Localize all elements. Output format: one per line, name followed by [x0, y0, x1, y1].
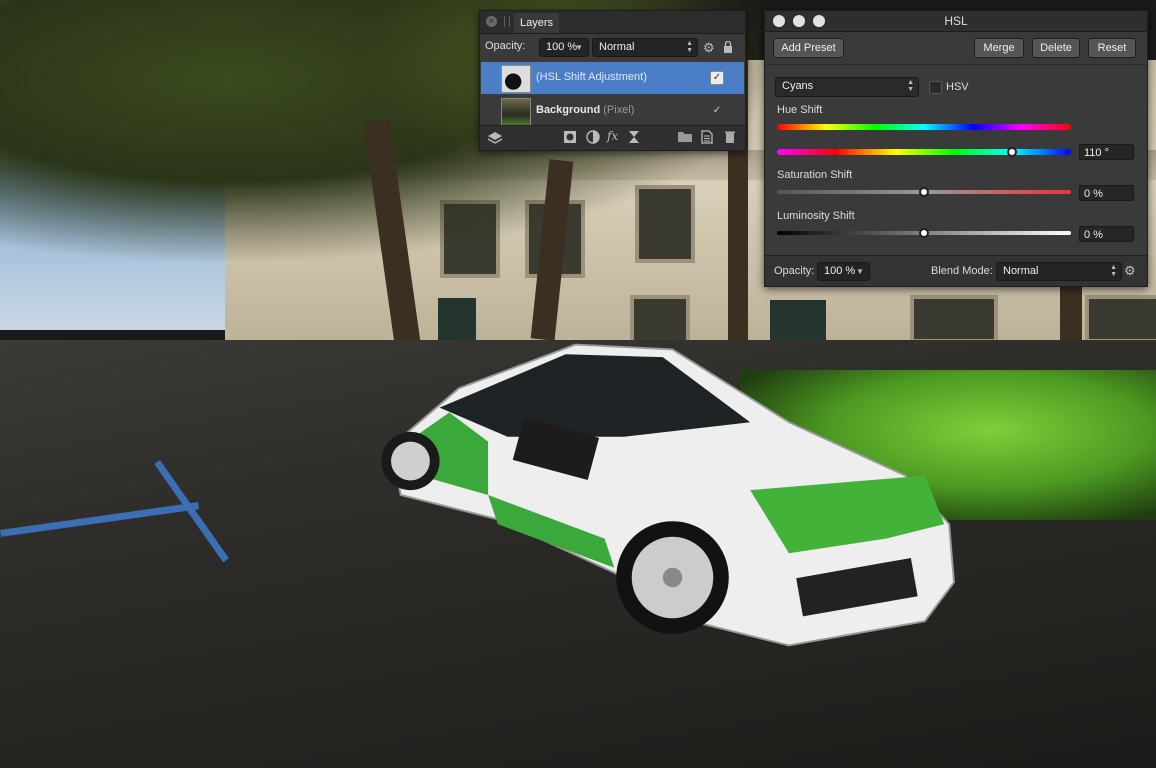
hsv-label: HSV	[946, 81, 969, 93]
luminosity-shift-value-field[interactable]: 0 %	[1079, 226, 1134, 242]
layer-visibility-checkbox[interactable]: ✓	[710, 71, 724, 85]
opacity-dropdown[interactable]: 100 % ▼	[817, 262, 870, 281]
stepper-icon: ▲ ▼	[907, 79, 914, 93]
tab-layers[interactable]: Layers	[514, 13, 560, 33]
trash-icon[interactable]	[724, 130, 736, 147]
luminosity-shift-slider-knob[interactable]	[919, 228, 929, 238]
hsl-title-bar[interactable]: HSL	[765, 11, 1147, 32]
layer-name: (HSL Shift Adjustment)	[536, 71, 647, 83]
layer-row-background[interactable]: Background (Pixel) ✓	[481, 95, 744, 127]
chevron-down-icon: ▼	[856, 267, 864, 276]
layers-tab-bar: × Layers	[480, 11, 745, 34]
gear-icon[interactable]: ⚙	[1124, 263, 1136, 279]
hourglass-icon[interactable]	[628, 130, 640, 147]
saturation-shift-label: Saturation Shift	[777, 169, 853, 181]
new-layer-icon[interactable]	[701, 130, 713, 147]
stepper-icon: ▲ ▼	[1110, 264, 1117, 278]
panel-title: HSL	[944, 14, 968, 28]
blend-mode-label: Blend Mode:	[931, 265, 993, 277]
opacity-value: 100 %	[546, 41, 578, 53]
add-preset-button[interactable]: Add Preset	[773, 38, 844, 58]
fx-icon[interactable]: fx	[607, 129, 618, 143]
opacity-label: Opacity:	[774, 265, 815, 277]
opacity-dropdown[interactable]: 100 % ▼	[539, 38, 589, 57]
saturation-shift-slider[interactable]	[777, 187, 1071, 197]
hsl-footer: Opacity: 100 % ▼ Blend Mode: Normal ▲ ▼ ⚙	[765, 255, 1147, 286]
saturation-shift-value-field[interactable]: 0 %	[1079, 185, 1134, 201]
luminosity-shift-slider[interactable]	[777, 228, 1071, 238]
mask-icon[interactable]	[563, 130, 577, 147]
window	[1085, 295, 1156, 343]
blend-mode-select[interactable]: Normal ▲ ▼	[996, 262, 1122, 281]
layers-toolbar: fx	[480, 125, 745, 150]
layers-stack-icon[interactable]	[487, 130, 503, 149]
layer-thumbnail	[501, 98, 531, 126]
drag-handle-icon[interactable]	[504, 16, 510, 27]
opacity-label: Opacity:	[485, 40, 526, 52]
lock-icon[interactable]	[723, 40, 733, 56]
hue-shift-label: Hue Shift	[777, 104, 823, 116]
layer-visibility-checkbox[interactable]: ✓	[710, 104, 724, 118]
hue-reference-bar	[777, 124, 1071, 130]
opacity-value: 100 %	[824, 265, 856, 277]
luminosity-shift-label: Luminosity Shift	[777, 210, 855, 222]
minimize-window-icon[interactable]	[793, 15, 805, 27]
zoom-window-icon[interactable]	[813, 15, 825, 27]
blend-mode-value: Normal	[1003, 265, 1039, 277]
rally-car	[381, 343, 955, 647]
stepper-icon: ▲ ▼	[686, 40, 693, 54]
close-window-icon[interactable]	[773, 15, 785, 27]
close-icon[interactable]: ×	[486, 16, 497, 27]
hsl-panel: HSL Add Preset Merge Delete Reset Cyans …	[764, 10, 1148, 287]
hsv-checkbox[interactable]	[929, 81, 942, 94]
gear-icon[interactable]: ⚙	[703, 40, 715, 56]
layer-thumbnail	[501, 65, 531, 93]
hue-shift-value-field[interactable]: 110 °	[1079, 144, 1134, 160]
layer-name-bold: Background	[536, 104, 601, 116]
channel-select[interactable]: Cyans ▲ ▼	[775, 77, 919, 97]
reset-button[interactable]: Reset	[1088, 38, 1136, 58]
folder-icon[interactable]	[677, 130, 693, 146]
merge-button[interactable]: Merge	[974, 38, 1024, 58]
hue-shift-slider-knob[interactable]	[1007, 147, 1017, 157]
saturation-shift-slider-knob[interactable]	[919, 187, 929, 197]
layer-name: Background (Pixel)	[536, 104, 634, 116]
blend-mode-select[interactable]: Normal ▲ ▼	[592, 38, 698, 57]
blend-mode-value: Normal	[599, 41, 635, 53]
divider	[765, 64, 1147, 65]
delete-button[interactable]: Delete	[1032, 38, 1080, 58]
layer-type: (Pixel)	[600, 104, 635, 116]
layer-row-hsl-adjustment[interactable]: (HSL Shift Adjustment) ✓	[481, 62, 744, 94]
layers-panel: × Layers Opacity: 100 % ▼ Normal ▲ ▼ ⚙ (H…	[479, 10, 746, 151]
adjustment-icon[interactable]	[586, 130, 600, 147]
hue-shift-slider[interactable]	[777, 147, 1071, 157]
channel-select-value: Cyans	[782, 80, 814, 92]
chevron-down-icon: ▼	[575, 43, 583, 52]
